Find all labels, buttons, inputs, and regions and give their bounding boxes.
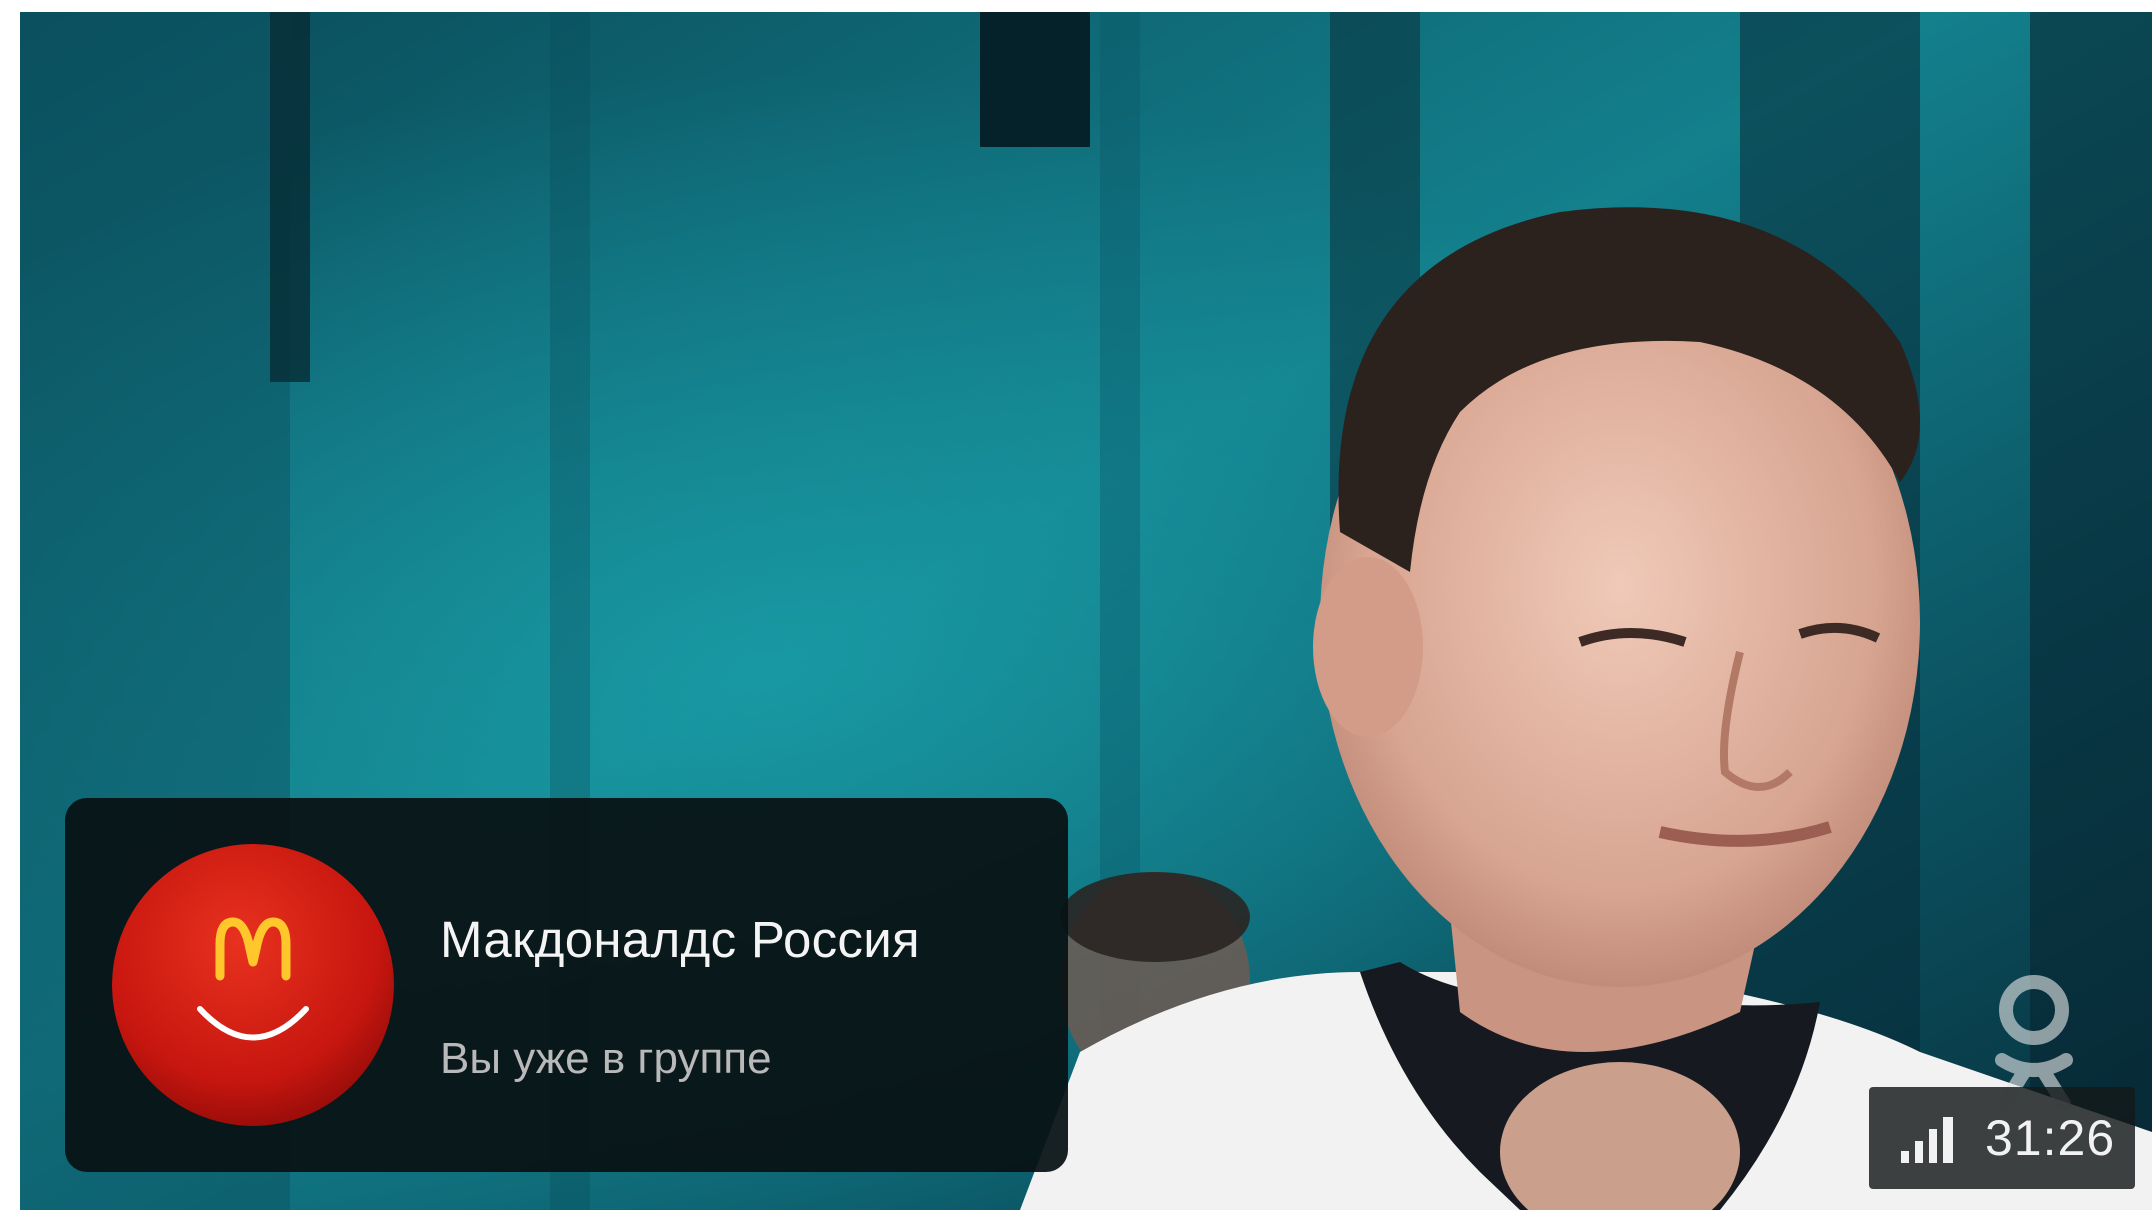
signal-bars-icon [1901,1117,1953,1163]
duration-badge: 31:26 [1869,1087,2135,1189]
video-player[interactable]: Макдоналдс Россия Вы уже в группе 31:26 [20,12,2152,1210]
group-membership-status: Вы уже в группе [440,1034,772,1083]
group-card[interactable]: Макдоналдс Россия Вы уже в группе [65,798,1068,1172]
mcdonalds-logo-icon[interactable] [112,844,394,1126]
group-name[interactable]: Макдоналдс Россия [440,910,920,969]
video-duration: 31:26 [1985,1110,2116,1166]
